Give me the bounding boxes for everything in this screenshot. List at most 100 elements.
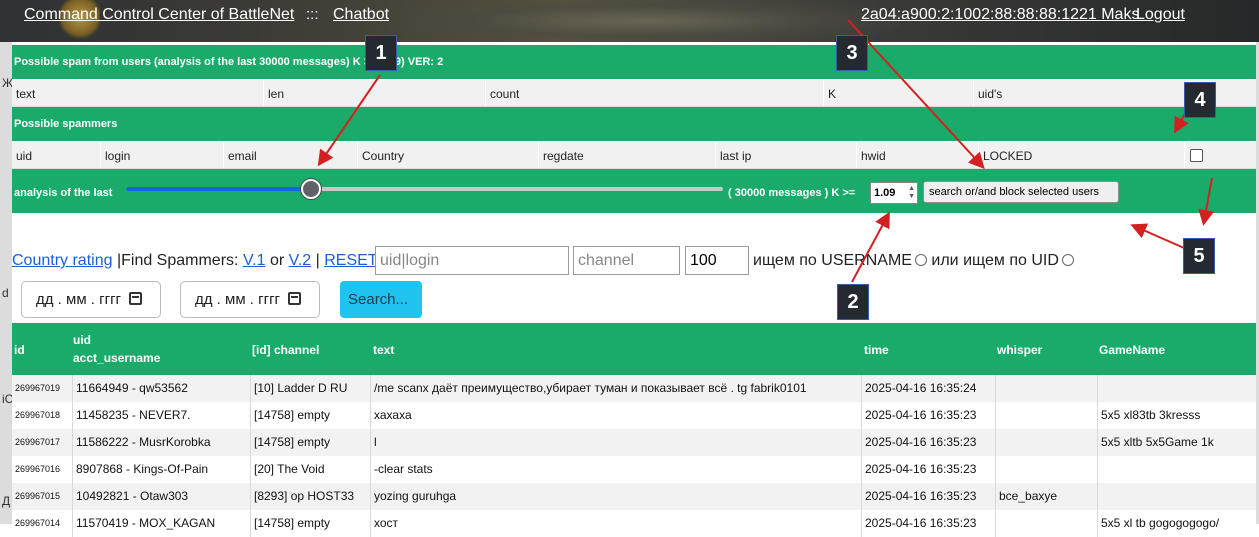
table-row[interactable]: 269967017 11586222 - MusrKorobka [14758] e… <box>12 429 1256 456</box>
spam-panel-header: Possible spam from users (analysis of th… <box>12 45 1256 79</box>
analysis-row: analysis of the last ( 30000 messages ) … <box>12 169 1256 213</box>
k-threshold-value: 1.09 <box>874 187 896 199</box>
calendar-icon[interactable] <box>288 292 302 305</box>
cell-whisper <box>995 402 1097 429</box>
column-header-k: K <box>823 80 973 106</box>
top-navigation-bar: Command Control Center of BattleNet ::: … <box>0 0 1259 42</box>
spammers-panel-header: Possible spammers <box>12 107 1256 141</box>
spammers-columns-row: uid login email Country regdate last ip … <box>12 141 1256 169</box>
cell-channel: [14758] empty <box>250 402 370 429</box>
cell-id: 269967015 <box>15 491 61 501</box>
chatbot-link[interactable]: Chatbot <box>333 6 389 24</box>
pipe-label: | <box>315 252 320 269</box>
cell-user: 11664949 - qw53562 <box>72 375 250 402</box>
search-username-label: ищем по USERNAME <box>753 252 912 269</box>
header-time: time <box>864 343 889 357</box>
cell-channel: [10] Ladder D RU <box>250 375 370 402</box>
cell-time: 2025-04-16 16:35:23 <box>861 456 995 483</box>
column-header-count: count <box>485 80 823 106</box>
country-rating-link[interactable]: Country rating <box>12 252 113 269</box>
cell-gamename <box>1097 483 1256 510</box>
select-all-cell <box>1184 142 1256 168</box>
cell-time: 2025-04-16 16:35:23 <box>861 402 995 429</box>
cell-id: 269967019 <box>15 383 61 393</box>
cell-id: 269967016 <box>15 464 61 474</box>
date-to-input[interactable]: дд . мм . гггг <box>180 281 320 318</box>
logout-link[interactable]: Logout <box>1136 6 1185 24</box>
k-threshold-input[interactable]: 1.09 ▲ ▼ <box>870 182 918 204</box>
cell-channel: [8293] op HOST33 <box>250 483 370 510</box>
cell-time: 2025-04-16 16:35:23 <box>861 483 995 510</box>
cell-gamename: 5x5 xltb 5x5Game 1k <box>1097 429 1256 456</box>
column-header-len: len <box>263 80 485 106</box>
find-spammers-label: |Find Spammers: <box>116 252 239 269</box>
cell-id: 269967018 <box>15 410 61 420</box>
column-header-last-ip: last ip <box>715 142 856 168</box>
date-from-input[interactable]: дд . мм . гггг <box>21 281 161 318</box>
filter-links: Country rating |Find Spammers: V.1 or V.… <box>12 252 378 270</box>
cell-whisper: bce_baxye <box>995 483 1097 510</box>
reset-link[interactable]: RESET <box>324 252 377 269</box>
column-header-locked: LOCKED <box>978 142 1184 168</box>
cell-whisper <box>995 375 1097 402</box>
limit-input[interactable]: 100 <box>685 246 749 275</box>
user-link[interactable]: 2a04:a900:2:1002:88:88:88:1221 Maks <box>861 6 1139 24</box>
header-acct-username: acct_username <box>73 351 161 365</box>
cell-user: 11458235 - NEVER7. <box>72 402 250 429</box>
header-id: id <box>14 343 25 357</box>
block-users-button[interactable]: search or/and block selected users <box>923 181 1119 203</box>
header-uid: uid <box>73 333 91 347</box>
cell-time: 2025-04-16 16:35:24 <box>861 375 995 402</box>
header-text: text <box>373 343 395 357</box>
header-whisper: whisper <box>997 343 1043 357</box>
column-header-text: text <box>16 87 36 101</box>
analysis-slider-track[interactable] <box>126 187 723 191</box>
column-header-uid: uid <box>16 149 33 163</box>
column-header-email: email <box>223 142 357 168</box>
arrow-2 <box>851 211 890 283</box>
cell-channel: [14758] empty <box>250 429 370 456</box>
analysis-slider-thumb[interactable] <box>301 179 322 199</box>
uid-login-input[interactable]: uid|login <box>375 246 569 275</box>
table-row[interactable]: 269967016 8907868 - Kings-Of-Pain [20] The… <box>12 456 1256 483</box>
or-label: or <box>269 252 285 269</box>
column-header-country: Country <box>357 142 538 168</box>
select-all-checkbox[interactable] <box>1190 149 1203 162</box>
column-header-hwid: hwid <box>856 142 978 168</box>
column-header-login: login <box>100 142 223 168</box>
search-mode: ищем по USERNAME или ищем по UID <box>753 252 1074 270</box>
cell-gamename <box>1097 375 1256 402</box>
arrow-5b <box>1130 223 1185 249</box>
cell-channel: [20] The Void <box>250 456 370 483</box>
left-edge-strip: Ж d iC Д <box>0 42 13 524</box>
cell-id: 269967017 <box>15 437 61 447</box>
annotation-badge-2: 2 <box>837 284 869 320</box>
header-channel: [id] channel <box>252 343 320 357</box>
table-row[interactable]: 269967019 11664949 - qw53562 [10] Ladder D… <box>12 375 1256 402</box>
search-button[interactable]: Search... <box>340 281 422 318</box>
spinner-icon[interactable]: ▲ ▼ <box>908 185 915 201</box>
cell-whisper <box>995 456 1097 483</box>
home-link[interactable]: Command Control Center of BattleNet <box>24 6 294 24</box>
spammers-v1-link[interactable]: V.1 <box>243 252 266 269</box>
uid-radio[interactable] <box>1061 254 1074 266</box>
table-row[interactable]: 269967018 11458235 - NEVER7. [14758] empty… <box>12 402 1256 429</box>
username-radio[interactable] <box>914 254 927 266</box>
cell-whisper <box>995 429 1097 456</box>
spammers-v2-link[interactable]: V.2 <box>289 252 312 269</box>
analysis-label: analysis of the last <box>14 187 113 199</box>
cell-text: /me scanx даёт преимущество,убирает тума… <box>370 375 861 402</box>
calendar-icon[interactable] <box>129 292 143 305</box>
date-from-value: дд . мм . гггг <box>36 291 122 308</box>
annotation-badge-5: 5 <box>1183 238 1215 274</box>
edge-text: d <box>2 286 9 300</box>
cell-text: yozing guruhga <box>370 483 861 510</box>
header-gamename: GameName <box>1099 343 1166 357</box>
annotation-badge-4: 4 <box>1184 82 1216 118</box>
search-uid-label: или ищем по UID <box>931 252 1059 269</box>
table-row[interactable]: 269967015 10492821 - Otaw303 [8293] op HOS… <box>12 483 1256 510</box>
cell-user: 8907868 - Kings-Of-Pain <box>72 456 250 483</box>
banner-decoration <box>400 0 900 42</box>
channel-input[interactable]: channel <box>573 246 680 275</box>
analysis-slider-fill <box>126 187 312 191</box>
